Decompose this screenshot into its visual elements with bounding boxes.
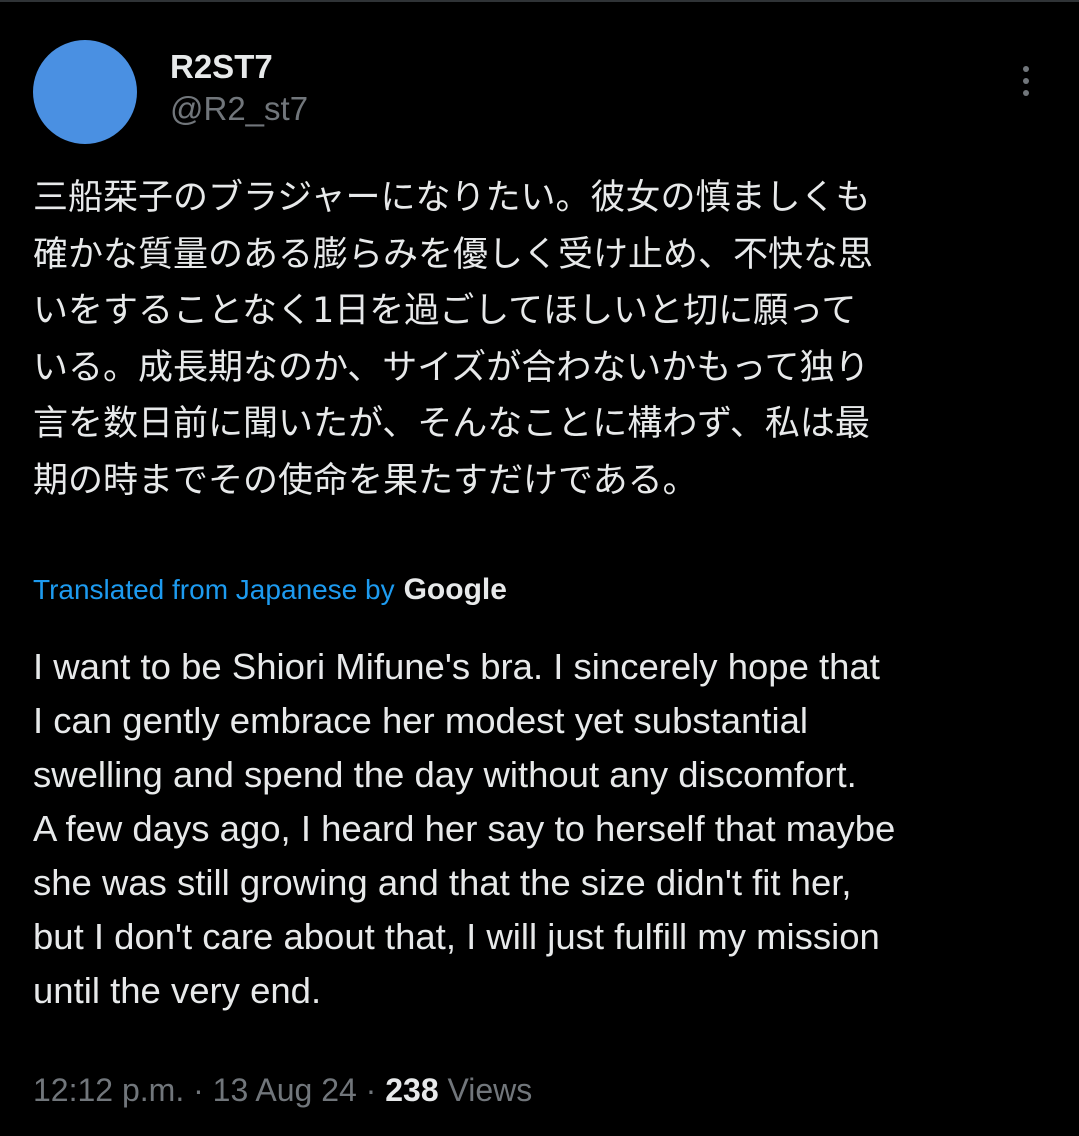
tweet-translated-line: I want to be Shiori Mifune's bra. I sinc… [33, 646, 880, 687]
more-horizontal-icon [1023, 66, 1029, 72]
tweet-date[interactable]: 13 Aug 24 [213, 1072, 357, 1108]
views-count: 238 [385, 1072, 439, 1108]
tweet-original-line: 三船栞子のブラジャーになりたい。彼女の慎ましくも [33, 178, 871, 218]
author-handle[interactable]: @R2_st7 [170, 90, 308, 128]
more-horizontal-icon [1023, 78, 1029, 84]
tweet-time[interactable]: 12:12 p.m. [33, 1072, 184, 1108]
tweet-translated-line: but I don't care about that, I will just… [33, 916, 880, 957]
tweet-translated-line: A few days ago, I heard her say to herse… [33, 808, 896, 849]
more-horizontal-icon [1023, 90, 1029, 96]
translation-link[interactable]: Translated from Japanese by [33, 574, 395, 606]
translation-attribution: Translated from Japanese by Google [33, 573, 507, 607]
tweet-original-text: 三船栞子のブラジャーになりたい。彼女の慎ましくも 確かな質量のある膨らみを優しく… [33, 170, 1043, 509]
tweet-translated-line: she was still growing and that the size … [33, 862, 852, 903]
avatar[interactable] [33, 40, 137, 144]
google-logo: Google [403, 573, 507, 606]
tweet-translated-line: swelling and spend the day without any d… [33, 754, 857, 795]
tweet-translated-line: until the very end. [33, 970, 322, 1011]
top-divider [0, 0, 1079, 2]
tweet-original-line: いる。成長期なのか、サイズが合わないかもって独り [33, 347, 870, 388]
meta-separator: · [184, 1072, 213, 1108]
more-options-button[interactable] [1006, 58, 1046, 104]
tweet-meta: 12:12 p.m. · 13 Aug 24 · 238 Views [33, 1072, 532, 1109]
meta-separator: · [356, 1072, 386, 1108]
author-display-name[interactable]: R2ST7 [170, 48, 273, 86]
tweet-translated-text: I want to be Shiori Mifune's bra. I sinc… [33, 640, 1063, 1018]
views-label: Views [447, 1072, 533, 1108]
tweet-original-line: いをすることなく1日を過ごしてほしいと切に願って [33, 291, 857, 331]
tweet-original-line: 期の時までその使命を果たすだけである。 [33, 460, 698, 501]
tweet-original-line: 確かな質量のある膨らみを優しく受け止め、不快な思 [33, 234, 874, 275]
tweet-original-line: 言を数日前に聞いたが、そんなことに構わず、私は最 [33, 404, 870, 444]
tweet-translated-line: I can gently embrace her modest yet subs… [33, 700, 809, 741]
